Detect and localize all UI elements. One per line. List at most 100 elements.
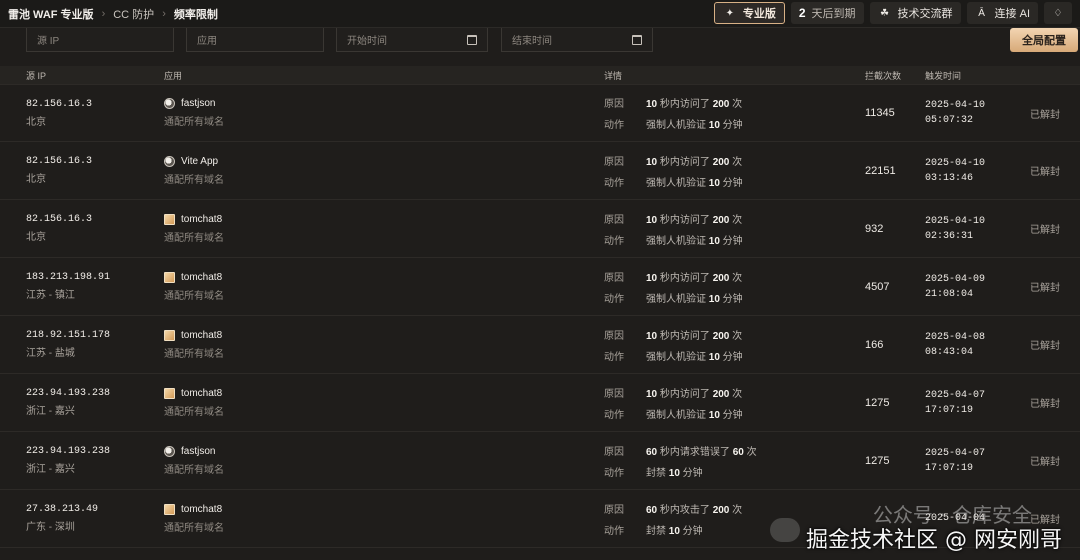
app-cell: tomchat8 通配所有域名 <box>164 503 604 534</box>
trigger-clock: 21:08:04 <box>925 288 974 300</box>
connect-ai-button[interactable]: Ā 连接 AI <box>966 2 1038 24</box>
app-name[interactable]: tomchat8 <box>181 214 222 225</box>
table-row[interactable]: 218.92.151.178 江苏 - 盐城 tomchat8 通配所有域名 原… <box>0 316 1080 374</box>
app-name[interactable]: tomchat8 <box>181 272 222 283</box>
globe-icon <box>164 445 175 457</box>
action-text: 强制人机验证 10 分钟 <box>646 348 865 363</box>
source-ip[interactable]: 223.94.193.238 <box>26 446 164 457</box>
action-label: 动作 <box>604 525 624 537</box>
reason-number-a: 10 <box>646 99 658 110</box>
action-text: 强制人机验证 10 分钟 <box>646 406 865 421</box>
reason-tail: 次 <box>729 99 743 110</box>
source-ip-cell: 82.156.16.3 北京 <box>0 156 164 185</box>
trigger-time: 2025-04-07 17:07:19 <box>925 446 1030 476</box>
app-name[interactable]: tomchat8 <box>181 388 222 399</box>
breadcrumb-root[interactable]: 雷池 WAF 专业版 <box>8 6 94 22</box>
action-text: 强制人机验证 10 分钟 <box>646 290 865 305</box>
app-name[interactable]: fastjson <box>181 98 215 109</box>
rate-limit-table: 源 IP 应用 详情 拦截次数 触发时间 82.156.16.3 北京 fast… <box>0 66 1080 548</box>
tomcat-icon <box>164 213 175 225</box>
header-time: 触发时间 <box>925 70 962 81</box>
pro-edition-button[interactable]: ✦ 专业版 <box>713 2 785 24</box>
source-ip[interactable]: 27.38.213.49 <box>26 504 164 515</box>
breadcrumb-current: 频率限制 <box>173 8 218 21</box>
app-name[interactable]: tomchat8 <box>181 330 222 341</box>
source-ip-cell: 223.94.193.238 浙江 - 嘉兴 <box>0 388 164 417</box>
reason-number-b: 200 <box>712 388 730 400</box>
global-config-button[interactable]: 全局配置 <box>1010 28 1078 52</box>
trigger-time: 2025-04-10 05:07:32 <box>925 98 1030 128</box>
action-head: 强制人机验证 <box>646 235 709 247</box>
reason-text: 10 秒内访问了 200 次 <box>646 327 865 342</box>
source-ip[interactable]: 218.92.151.178 <box>26 330 164 341</box>
block-count: 22151 <box>865 164 896 177</box>
reason-mid: 秒内攻击了 <box>657 504 713 516</box>
app-cell: fastjson 通配所有域名 <box>164 445 604 476</box>
status-badge: 已解封 <box>1030 457 1060 468</box>
action-minutes: 10 <box>708 120 720 131</box>
action-head: 强制人机验证 <box>646 177 709 189</box>
sparkle-icon: ✦ <box>725 7 735 19</box>
tech-group-button[interactable]: ☘ 技术交流群 <box>869 2 961 24</box>
action-minutes: 10 <box>708 235 720 247</box>
trigger-date: 2025-04-08 <box>925 331 986 343</box>
reason-mid: 秒内访问了 <box>657 272 713 284</box>
action-text: 强制人机验证 10 分钟 <box>646 174 865 189</box>
reason-text: 10 秒内访问了 200 次 <box>646 153 865 168</box>
start-time-picker[interactable]: 开始时间 <box>336 28 488 52</box>
table-row[interactable]: 82.156.16.3 北京 tomchat8 通配所有域名 原因 10 秒内访… <box>0 200 1080 258</box>
source-ip[interactable]: 82.156.16.3 <box>26 156 164 167</box>
reason-number-a: 10 <box>646 330 658 342</box>
theme-button[interactable]: ♢ <box>1044 2 1072 24</box>
ip-location: 北京 <box>26 174 46 185</box>
action-label: 动作 <box>604 235 624 247</box>
action-tail: 分钟 <box>679 467 703 479</box>
end-time-picker[interactable]: 结束时间 <box>501 28 653 52</box>
tomcat-icon <box>164 329 175 341</box>
source-ip-filter[interactable]: 源 IP <box>26 28 174 52</box>
table-row[interactable]: 82.156.16.3 北京 Vite App 通配所有域名 原因 10 秒内访… <box>0 142 1080 200</box>
table-row[interactable]: 183.213.198.91 江苏 - 镇江 tomchat8 通配所有域名 原… <box>0 258 1080 316</box>
status-badge: 已解封 <box>1030 109 1060 121</box>
source-ip[interactable]: 223.94.193.238 <box>26 388 164 399</box>
app-domain-scope: 通配所有域名 <box>164 348 224 360</box>
table-row[interactable]: 82.156.16.3 北京 fastjson 通配所有域名 原因 10 秒内访… <box>0 84 1080 142</box>
header-app: 应用 <box>164 70 183 81</box>
app-name[interactable]: tomchat8 <box>181 504 222 515</box>
action-label: 动作 <box>604 177 624 189</box>
reason-mid: 秒内访问了 <box>657 99 713 110</box>
reason-tail: 次 <box>729 388 743 400</box>
app-filter[interactable]: 应用 <box>186 28 324 52</box>
reason-text: 10 秒内访问了 200 次 <box>646 211 865 226</box>
reason-text: 60 秒内攻击了 200 次 <box>646 501 865 516</box>
filter-bar: 源 IP 应用 开始时间 结束时间 <box>26 28 1080 52</box>
table-header: 源 IP 应用 详情 拦截次数 触发时间 <box>0 66 1080 84</box>
reason-label: 原因 <box>604 99 624 110</box>
breadcrumb: 雷池 WAF 专业版 › CC 防护 › 频率限制 <box>8 6 218 22</box>
watermark: 公众号 · 仓库安全 掘金技术社区 @ 网安刚哥 <box>770 503 1062 554</box>
action-tail: 分钟 <box>679 525 703 537</box>
breadcrumb-cc[interactable]: CC 防护 <box>113 6 154 22</box>
table-row[interactable]: 223.94.193.238 浙江 - 嘉兴 fastjson 通配所有域名 原… <box>0 432 1080 490</box>
ip-location: 广东 - 深圳 <box>26 522 75 533</box>
reason-number-b: 200 <box>712 214 730 226</box>
table-row[interactable]: 223.94.193.238 浙江 - 嘉兴 tomchat8 通配所有域名 原… <box>0 374 1080 432</box>
status-badge: 已解封 <box>1030 283 1060 294</box>
reason-mid: 秒内访问了 <box>657 214 713 226</box>
app-name[interactable]: Vite App <box>181 156 218 167</box>
action-tail: 分钟 <box>719 351 743 363</box>
reason-number-a: 60 <box>646 504 658 516</box>
ip-location: 浙江 - 嘉兴 <box>26 464 75 475</box>
action-tail: 分钟 <box>719 409 743 421</box>
source-ip[interactable]: 82.156.16.3 <box>26 214 164 225</box>
source-ip[interactable]: 82.156.16.3 <box>26 99 164 110</box>
app-name[interactable]: fastjson <box>181 446 215 457</box>
status-badge: 已解封 <box>1030 399 1060 410</box>
action-minutes: 10 <box>708 409 720 421</box>
trigger-date: 2025-04-09 <box>925 273 986 285</box>
ip-location: 北京 <box>26 116 46 128</box>
source-ip[interactable]: 183.213.198.91 <box>26 272 164 283</box>
watermark-faint: 公众号 · 仓库安全 <box>872 503 1032 527</box>
reason-number-b: 200 <box>712 156 730 168</box>
source-ip-cell: 183.213.198.91 江苏 - 镇江 <box>0 272 164 301</box>
